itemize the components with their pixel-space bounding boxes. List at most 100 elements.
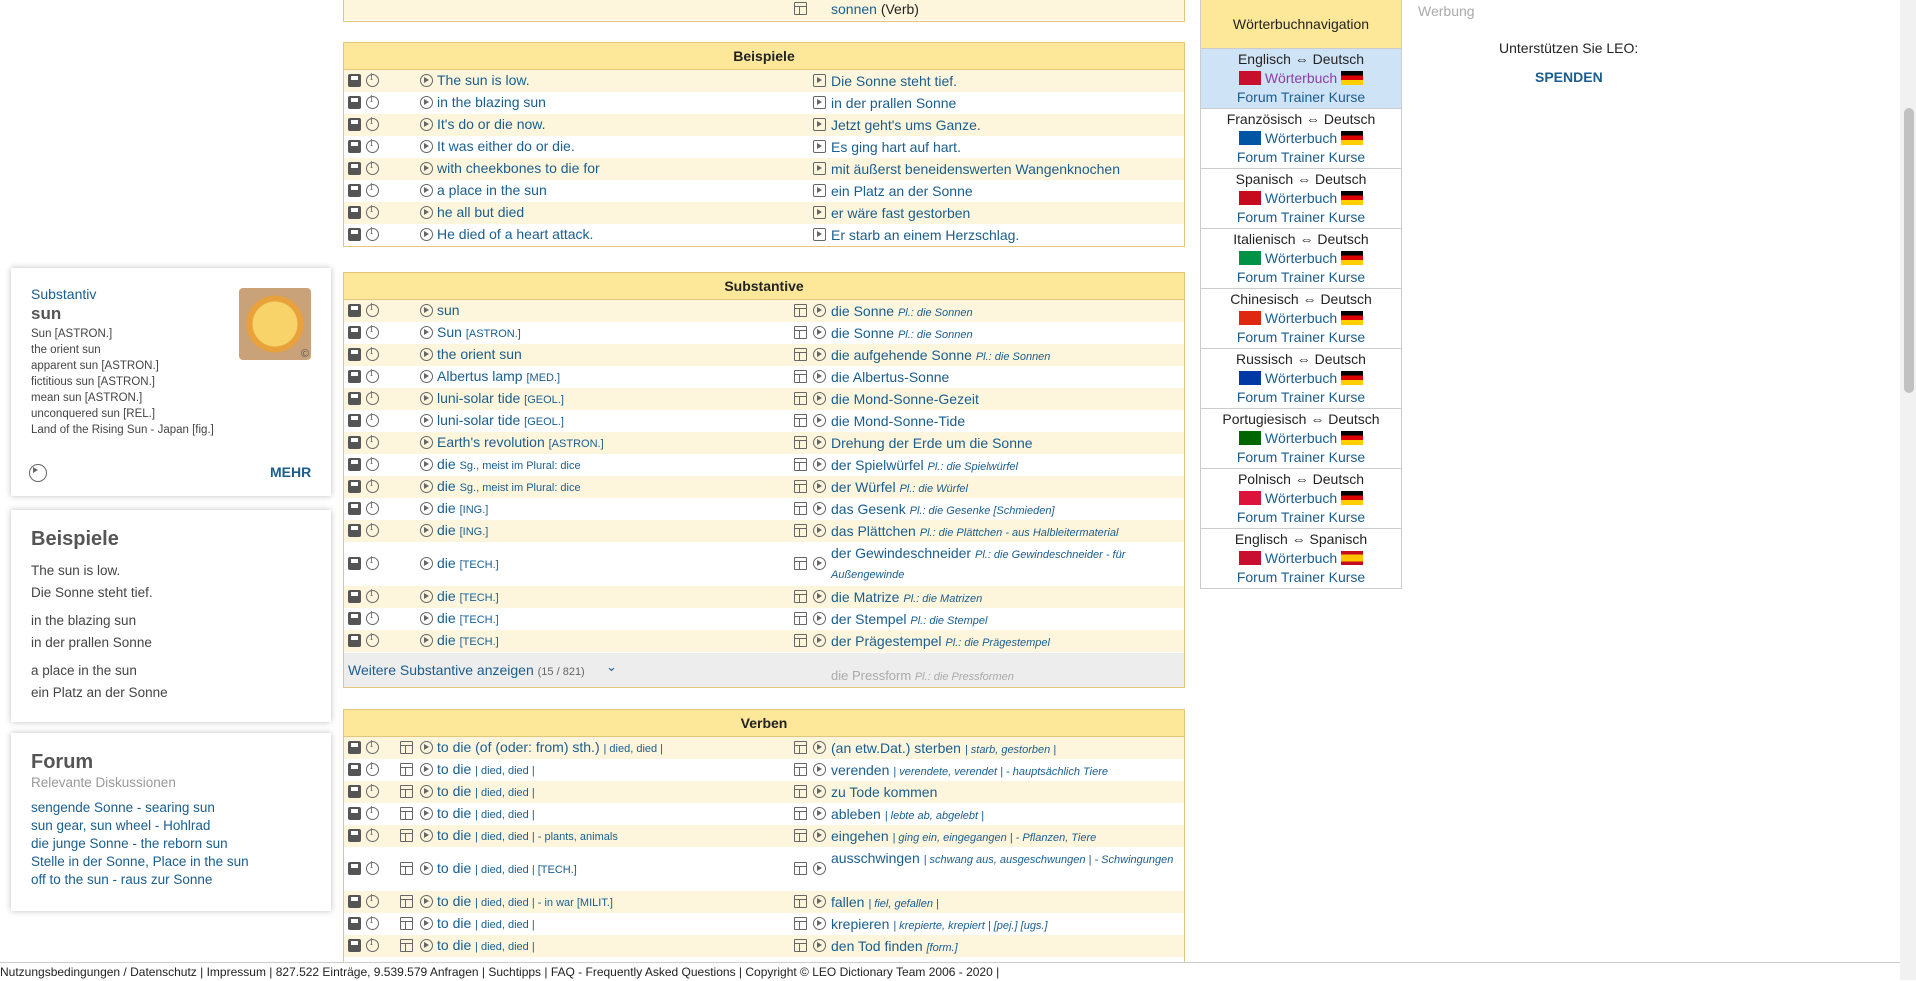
en-entry[interactable]: the orient sun	[437, 346, 522, 362]
audio-play-icon[interactable]	[420, 118, 433, 131]
conjugation-table-icon[interactable]	[400, 807, 413, 820]
de-word[interactable]: die Sonne	[831, 325, 894, 341]
en-entry[interactable]: he all but died	[437, 204, 524, 220]
en-entry[interactable]: to die | died, died |	[437, 915, 535, 931]
nav-item[interactable]: Spanisch ⇔ Deutsch Wörterbuch Forum Trai…	[1201, 168, 1401, 228]
declension-table-icon[interactable]	[794, 557, 807, 570]
audio-play-icon[interactable]	[420, 939, 433, 952]
info-icon[interactable]	[366, 73, 379, 87]
de-entry[interactable]: verenden | verendete, verendet | - haupt…	[831, 761, 1108, 781]
declension-table-icon[interactable]	[794, 939, 807, 952]
en-entry[interactable]: sun	[437, 302, 460, 318]
conjugation-table-icon[interactable]	[400, 763, 413, 776]
audio-play-icon[interactable]	[813, 557, 826, 570]
de-entry[interactable]: das Gesenk Pl.: die Gesenke [Schmieden]	[831, 500, 1055, 520]
audio-play-icon[interactable]	[813, 895, 826, 908]
en-word[interactable]: to die	[437, 915, 471, 931]
de-word[interactable]: die Matrize	[831, 589, 899, 605]
de-word[interactable]: eingehen	[831, 828, 889, 844]
audio-play-icon[interactable]	[813, 862, 826, 875]
en-entry[interactable]: in the blazing sun	[437, 94, 546, 110]
nav-dict-link[interactable]: Wörterbuch	[1265, 130, 1337, 146]
nav-item[interactable]: Russisch ⇔ Deutsch Wörterbuch Forum Trai…	[1201, 348, 1401, 408]
en-word[interactable]: Albertus lamp	[437, 368, 523, 384]
audio-play-icon[interactable]	[420, 206, 433, 219]
save-icon[interactable]	[348, 785, 361, 798]
de-entry[interactable]: die Mond-Sonne-Tide	[831, 412, 965, 430]
info-icon[interactable]	[366, 633, 379, 647]
audio-play-icon[interactable]	[420, 480, 433, 493]
en-entry[interactable]: luni-solar tide [GEOL.]	[437, 412, 564, 428]
en-word[interactable]: to die (of (oder: from) sth.)	[437, 739, 600, 755]
declension-table-icon[interactable]	[794, 436, 807, 449]
save-icon[interactable]	[348, 480, 361, 493]
de-entry[interactable]: der Gewindeschneider Pl.: die Gewindesch…	[831, 544, 1181, 584]
en-word[interactable]: die	[437, 632, 456, 648]
forum-link[interactable]: die junge Sonne - the reborn sun	[31, 835, 249, 853]
audio-play-icon[interactable]	[813, 140, 826, 153]
de-word[interactable]: der Stempel	[831, 611, 906, 627]
en-entry[interactable]: die [TECH.]	[437, 555, 499, 571]
nav-item[interactable]: Englisch ⇔ Spanisch Wörterbuch Forum Tra…	[1201, 528, 1401, 588]
save-icon[interactable]	[348, 228, 361, 241]
de-word[interactable]: die aufgehende Sonne	[831, 347, 972, 363]
save-icon[interactable]	[348, 590, 361, 603]
save-icon[interactable]	[348, 392, 361, 405]
save-icon[interactable]	[348, 96, 361, 109]
nav-item[interactable]: Englisch ⇔ Deutsch Wörterbuch Forum Trai…	[1201, 48, 1401, 108]
word-line[interactable]: Sun [ASTRON.]	[31, 326, 214, 342]
nav-dict-link[interactable]: Wörterbuch	[1265, 550, 1337, 566]
audio-play-icon[interactable]	[813, 763, 826, 776]
info-icon[interactable]	[366, 806, 379, 820]
declension-table-icon[interactable]	[794, 829, 807, 842]
audio-play-icon[interactable]	[420, 634, 433, 647]
nav-item[interactable]: Chinesisch ⇔ Deutsch Wörterbuch Forum Tr…	[1201, 288, 1401, 348]
save-icon[interactable]	[348, 458, 361, 471]
en-word[interactable]: die	[437, 588, 456, 604]
de-word[interactable]: die Mond-Sonne-Tide	[831, 413, 965, 429]
conjugation-table-icon[interactable]	[400, 895, 413, 908]
save-icon[interactable]	[348, 557, 361, 570]
de-word[interactable]: die Sonne	[831, 303, 894, 319]
nav-links[interactable]: Forum Trainer Kurse	[1201, 268, 1401, 287]
en-entry[interactable]: to die (of (oder: from) sth.) | died, di…	[437, 739, 663, 755]
nav-dict-link[interactable]: Wörterbuch	[1265, 490, 1337, 506]
de-entry[interactable]: zu Tode kommen	[831, 783, 937, 801]
de-word[interactable]: die Albertus-Sonne	[831, 369, 949, 385]
nav-dict-link[interactable]: Wörterbuch	[1265, 310, 1337, 326]
en-entry[interactable]: die [TECH.]	[437, 588, 499, 604]
declension-table-icon[interactable]	[794, 763, 807, 776]
audio-play-icon[interactable]	[813, 939, 826, 952]
save-icon[interactable]	[348, 414, 361, 427]
info-icon[interactable]	[366, 391, 379, 405]
en-entry[interactable]: It was either do or die.	[437, 138, 575, 154]
info-icon[interactable]	[366, 556, 379, 570]
de-entry[interactable]: fallen | fiel, gefallen |	[831, 893, 939, 913]
audio-play-icon[interactable]	[420, 557, 433, 570]
audio-play-icon[interactable]	[813, 502, 826, 515]
declension-table-icon[interactable]	[794, 807, 807, 820]
audio-play-icon[interactable]	[813, 304, 826, 317]
word-line[interactable]: the orient sun	[31, 342, 214, 358]
nav-links[interactable]: Forum Trainer Kurse	[1201, 328, 1401, 347]
de-word[interactable]: Drehung der Erde um die Sonne	[831, 435, 1033, 451]
forum-link[interactable]: off to the sun - raus zur Sonne	[31, 871, 249, 889]
nav-item[interactable]: Italienisch ⇔ Deutsch Wörterbuch Forum T…	[1201, 228, 1401, 288]
de-entry[interactable]: Er starb an einem Herzschlag.	[831, 226, 1019, 244]
audio-play-icon[interactable]	[813, 96, 826, 109]
de-word[interactable]: der Würfel	[831, 479, 896, 495]
info-icon[interactable]	[366, 183, 379, 197]
en-entry[interactable]: to die | died, died |	[437, 805, 535, 821]
audio-play-icon[interactable]	[420, 304, 433, 317]
audio-play-icon[interactable]	[813, 206, 826, 219]
save-icon[interactable]	[348, 206, 361, 219]
de-word[interactable]: der Spielwürfel	[831, 457, 924, 473]
declension-table-icon[interactable]	[794, 895, 807, 908]
save-icon[interactable]	[348, 741, 361, 754]
de-word[interactable]: zu Tode kommen	[831, 784, 937, 800]
conjugation-table-icon[interactable]	[400, 917, 413, 930]
save-icon[interactable]	[348, 348, 361, 361]
nav-links[interactable]: Forum Trainer Kurse	[1201, 388, 1401, 407]
de-entry[interactable]: die Sonne Pl.: die Sonnen	[831, 324, 973, 344]
audio-play-icon[interactable]	[420, 741, 433, 754]
